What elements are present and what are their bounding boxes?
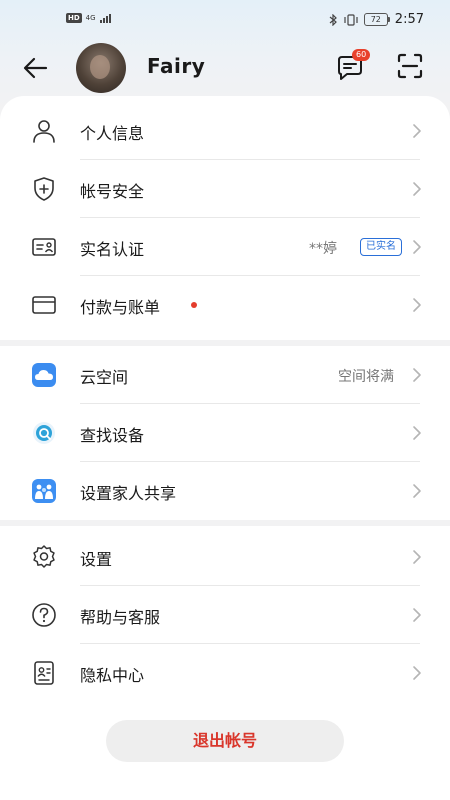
chevron-right-icon — [413, 182, 421, 196]
network-label: 4G — [85, 13, 96, 22]
status-bar: HD 4G 72 2:57 — [0, 0, 450, 40]
find-device-icon — [33, 422, 55, 444]
chevron-right-icon — [413, 368, 421, 382]
notification-dot — [191, 302, 197, 308]
chevron-right-icon — [413, 550, 421, 564]
header: Fairy 60 — [0, 40, 450, 96]
menu-item-find-device[interactable]: 查找设备 — [0, 404, 450, 462]
message-badge: 60 — [352, 49, 371, 61]
menu-item-help[interactable]: 帮助与客服 — [0, 586, 450, 644]
battery-icon: 72 — [363, 13, 390, 26]
status-right: 72 2:57 — [329, 12, 424, 27]
status-left: HD 4G — [66, 13, 114, 23]
chevron-right-icon — [413, 608, 421, 622]
person-icon — [33, 120, 55, 143]
hd-icon: HD — [66, 13, 82, 23]
card-icon — [32, 296, 56, 314]
bluetooth-icon — [329, 13, 337, 26]
battery-level: 72 — [363, 13, 388, 26]
menu-item-label: 帮助与客服 — [80, 608, 161, 627]
shield-icon — [34, 177, 54, 201]
menu-item-label: 实名认证 — [80, 240, 145, 259]
verified-badge: 已实名 — [360, 238, 402, 256]
gear-icon — [33, 545, 55, 568]
help-icon — [32, 603, 56, 627]
menu-item-label: 设置 — [80, 550, 113, 569]
menu-item-privacy[interactable]: 隐私中心 — [0, 644, 450, 702]
logout-button[interactable]: 退出帐号 — [106, 720, 344, 762]
cloud-status: 空间将满 — [338, 369, 394, 385]
menu-item-real-name[interactable]: 实名认证 **婷 已实名 — [0, 218, 450, 276]
chevron-right-icon — [413, 298, 421, 312]
menu-item-label: 云空间 — [80, 368, 129, 387]
id-card-icon — [32, 238, 56, 256]
menu-item-family-share[interactable]: 设置家人共享 — [0, 462, 450, 520]
menu-item-label: 隐私中心 — [80, 666, 145, 685]
menu-item-label: 设置家人共享 — [80, 484, 177, 503]
chevron-right-icon — [413, 666, 421, 680]
menu-item-label: 帐号安全 — [80, 182, 145, 201]
menu-item-cloud[interactable]: 云空间 空间将满 — [0, 346, 450, 404]
real-name-value: **婷 — [309, 241, 337, 257]
back-arrow-icon[interactable] — [20, 52, 52, 84]
cloud-icon — [32, 363, 56, 387]
menu-item-label: 个人信息 — [80, 124, 145, 143]
family-share-icon — [32, 479, 56, 503]
scan-icon[interactable] — [394, 50, 426, 82]
account-section: 个人信息 帐号安全 实名认证 **婷 已实名 付款与账单 — [0, 96, 450, 340]
chevron-right-icon — [413, 240, 421, 254]
privacy-icon — [34, 661, 54, 685]
user-name[interactable]: Fairy — [147, 54, 205, 78]
menu-item-label: 查找设备 — [80, 426, 145, 445]
avatar[interactable] — [76, 43, 126, 93]
menu-item-account-security[interactable]: 帐号安全 — [0, 160, 450, 218]
signal-icon — [99, 14, 111, 23]
services-section: 云空间 空间将满 查找设备 设置家人共享 — [0, 346, 450, 520]
status-time: 2:57 — [394, 12, 424, 27]
menu-item-personal-info[interactable]: 个人信息 — [0, 102, 450, 160]
menu-item-payment[interactable]: 付款与账单 — [0, 276, 450, 334]
vibrate-icon — [344, 13, 358, 26]
chevron-right-icon — [413, 484, 421, 498]
menu-item-label: 付款与账单 — [80, 298, 161, 317]
chevron-right-icon — [413, 426, 421, 440]
menu-item-settings[interactable]: 设置 — [0, 528, 450, 586]
chevron-right-icon — [413, 124, 421, 138]
